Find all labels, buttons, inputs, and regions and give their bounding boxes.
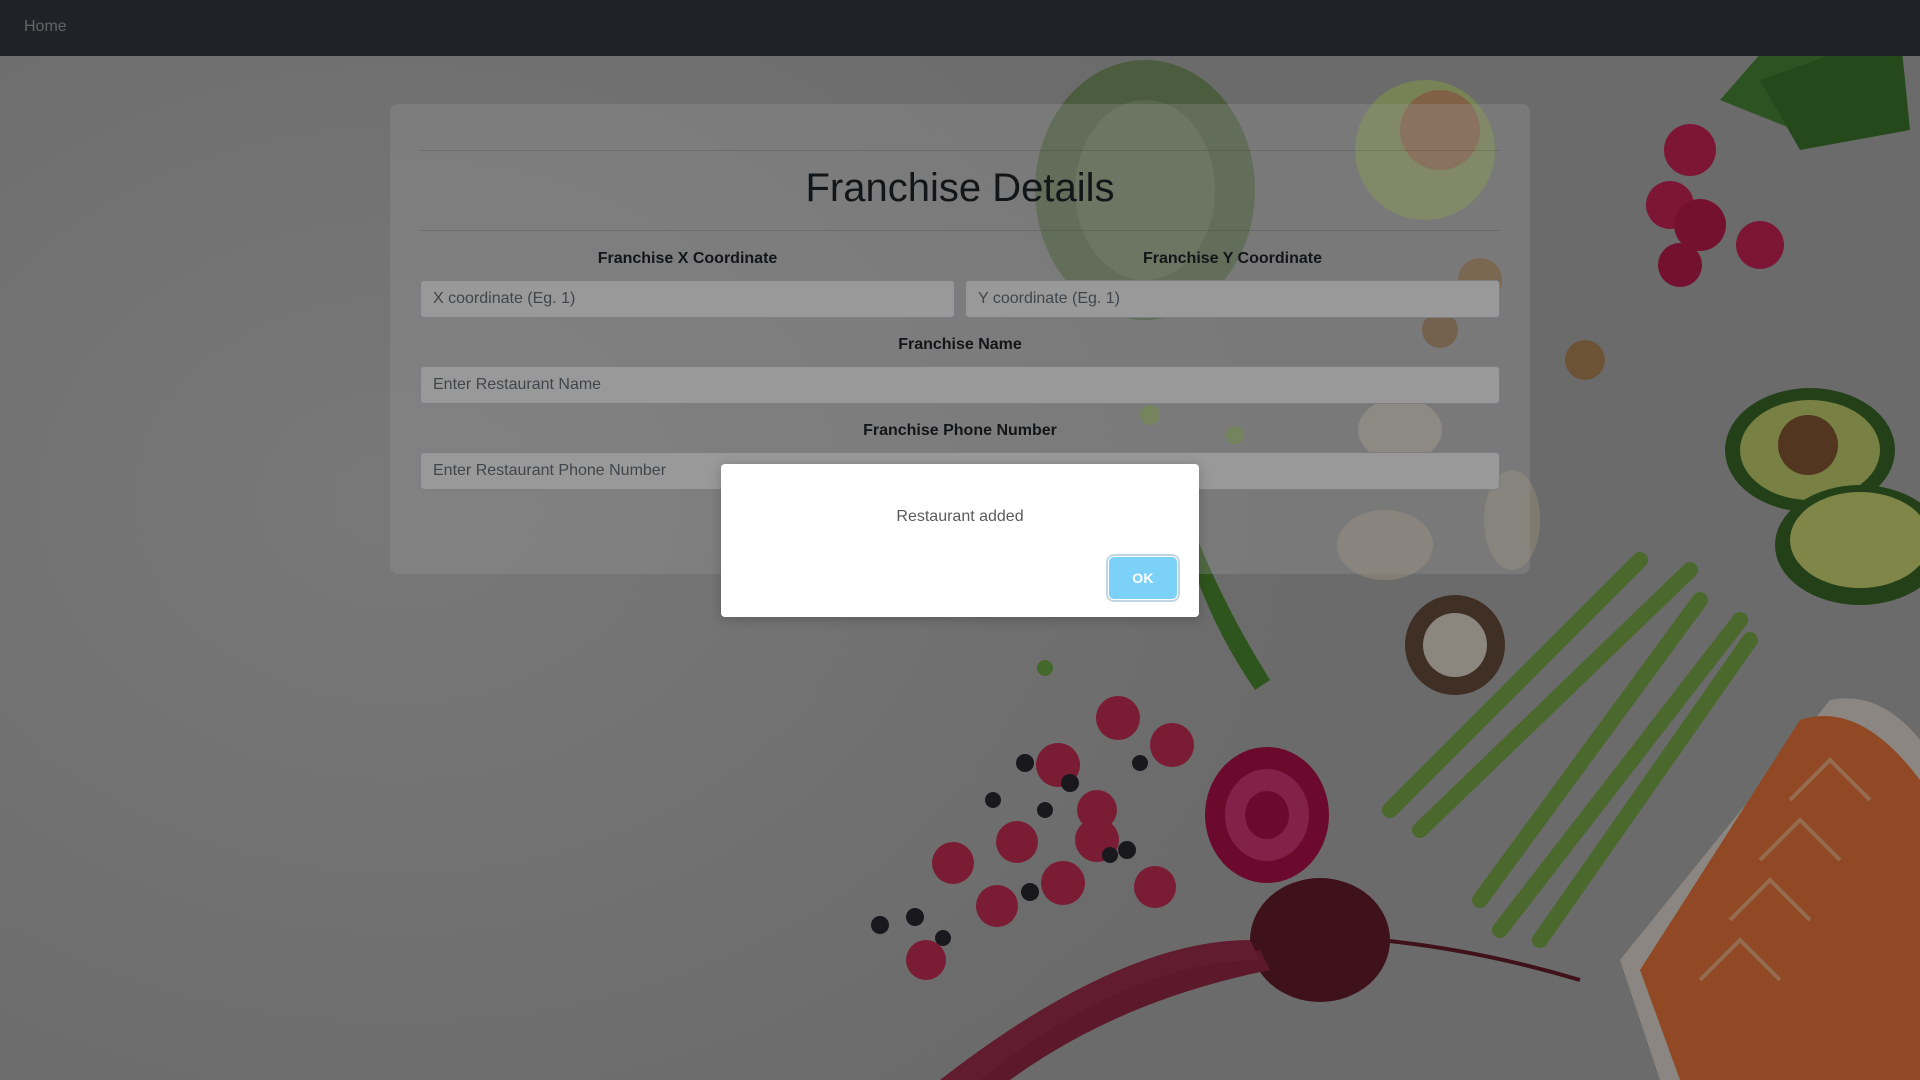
alert-message: Restaurant added <box>896 508 1024 525</box>
alert-dialog: Restaurant added OK <box>721 464 1199 617</box>
ok-button[interactable]: OK <box>1109 557 1177 599</box>
